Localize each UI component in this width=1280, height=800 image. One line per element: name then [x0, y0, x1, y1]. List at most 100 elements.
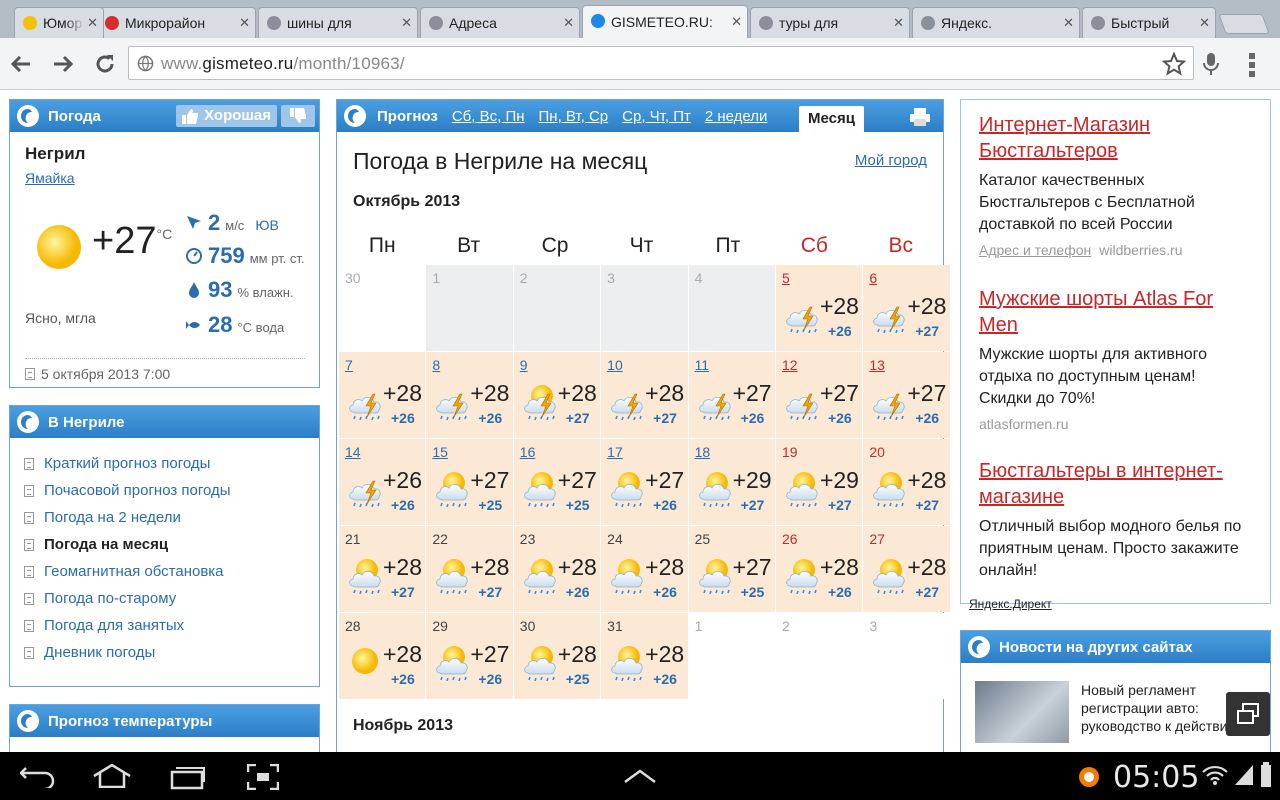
day-number[interactable]: 6 — [869, 270, 877, 286]
reload-button[interactable] — [93, 52, 117, 76]
forecast-tab[interactable]: Пн, Вт, Ср — [539, 108, 609, 125]
day-number[interactable]: 8 — [432, 357, 440, 373]
back-nav-icon[interactable] — [20, 764, 56, 788]
close-tab-icon[interactable]: ✕ — [401, 8, 412, 38]
ad-contact-link[interactable]: Адрес и телефон — [979, 242, 1091, 258]
yandex-direct-link[interactable]: Яндекс.Директ — [969, 597, 1052, 611]
calendar-day-cell[interactable]: 31 +28 +26 — [601, 613, 688, 699]
like-button[interactable]: Хорошая — [176, 105, 277, 127]
calendar-day-cell[interactable]: 6 +28 +27 — [863, 265, 950, 351]
close-tab-icon[interactable]: ✕ — [1063, 8, 1074, 38]
wind-direction-icon — [187, 216, 201, 229]
day-number[interactable]: 12 — [782, 357, 798, 373]
ad-title-link[interactable]: Мужские шорты Atlas For Men — [979, 286, 1249, 338]
my-city-link[interactable]: Мой город — [855, 152, 927, 169]
calendar-day-cell[interactable]: 21 +28 +27 — [339, 526, 426, 612]
overflow-menu-icon[interactable] — [1248, 52, 1256, 78]
browser-tab[interactable]: Яндекс. ✕ — [912, 7, 1080, 38]
document-icon — [24, 457, 34, 470]
calendar-day-cell[interactable]: 13 +27 +26 — [863, 352, 950, 438]
day-number[interactable]: 18 — [695, 444, 711, 460]
menu-item[interactable]: Геомагнитная обстановка — [24, 558, 305, 585]
calendar-day-cell[interactable]: 17 +27 +26 — [601, 439, 688, 525]
calendar-day-cell[interactable]: 16 +27 +25 — [513, 439, 601, 525]
browser-tab[interactable]: Адреса ✕ — [420, 7, 580, 38]
calendar-day-cell[interactable]: 24 +28 +26 — [601, 526, 688, 612]
tab-forecast[interactable]: Прогноз — [377, 108, 438, 125]
close-tab-icon[interactable]: ✕ — [731, 6, 742, 38]
calendar-day-cell[interactable]: 25 +27 +25 — [688, 526, 775, 612]
recent-apps-floating-button[interactable] — [1226, 692, 1270, 736]
menu-item[interactable]: Дневник погоды — [24, 639, 305, 666]
back-button[interactable] — [9, 52, 33, 76]
close-tab-icon[interactable]: ✕ — [1199, 8, 1210, 38]
browser-tab[interactable]: туры для ✕ — [750, 7, 910, 38]
forecast-tab[interactable]: 2 недели — [705, 108, 768, 125]
browser-tab[interactable]: Быстрый ✕ — [1082, 7, 1216, 38]
recent-apps-nav-icon[interactable] — [170, 764, 206, 790]
menu-item[interactable]: Погода для занятых — [24, 612, 305, 639]
calendar-day-cell[interactable]: 8 +28 +26 — [426, 352, 513, 438]
forward-button[interactable] — [51, 52, 75, 76]
calendar-day-cell[interactable]: 18 +29 +27 — [688, 439, 775, 525]
new-tab-button[interactable] — [1218, 14, 1270, 34]
address-bar[interactable]: www.gismeteo.ru/month/10963/ — [128, 46, 1194, 80]
calendar-day-cell[interactable]: 10 +28 +27 — [601, 352, 688, 438]
menu-item[interactable]: Почасовой прогноз погоды — [24, 477, 305, 504]
calendar-day-cell[interactable]: 29 +27 +26 — [426, 613, 513, 699]
calendar-day-cell[interactable]: 12 +27 +26 — [775, 352, 863, 438]
news-thumbnail[interactable] — [975, 681, 1069, 743]
browser-tab[interactable]: шины для ✕ — [258, 7, 418, 38]
chevron-up-icon[interactable] — [623, 768, 657, 784]
screenshot-icon[interactable] — [247, 764, 279, 790]
ad-url-row: Адрес и телефон wildberries.ru — [979, 242, 1249, 258]
close-tab-icon[interactable]: ✕ — [893, 8, 904, 38]
day-number[interactable]: 10 — [607, 357, 623, 373]
ad-title-link[interactable]: Интернет-Магазин Бюстгальтеров — [979, 112, 1249, 164]
calendar-day-cell[interactable]: 27 +28 +27 — [863, 526, 950, 612]
tab-month[interactable]: Месяц — [799, 106, 864, 133]
close-tab-icon[interactable]: ✕ — [239, 8, 250, 38]
menu-item[interactable]: Краткий прогноз погоды — [24, 450, 305, 477]
calendar-day-cell[interactable]: 19 +29 +27 — [775, 439, 863, 525]
day-number[interactable]: 7 — [345, 357, 353, 373]
forecast-tab[interactable]: Ср, Чт, Пт — [622, 108, 691, 125]
browser-tab[interactable]: Микрорайон ✕ — [96, 7, 256, 38]
day-number[interactable]: 9 — [520, 357, 528, 373]
print-icon[interactable] — [909, 108, 931, 126]
day-number[interactable]: 14 — [345, 444, 361, 460]
calendar-day-cell[interactable]: 14 +26 +26 — [339, 439, 426, 525]
calendar-day-cell[interactable]: 7 +28 +26 — [339, 352, 426, 438]
calendar-day-cell[interactable]: 30 +28 +25 — [513, 613, 601, 699]
day-number[interactable]: 11 — [695, 357, 710, 373]
news-headline[interactable]: Новый регламент регистрации авто: руково… — [1081, 681, 1241, 735]
menu-item[interactable]: Погода по-старому — [24, 585, 305, 612]
calendar-day-cell[interactable]: 11 +27 +26 — [688, 352, 775, 438]
calendar-day-cell[interactable]: 5 +28 +26 — [775, 265, 863, 351]
ad-title-link[interactable]: Бюстгальтеры в интернет-магазине — [979, 458, 1249, 510]
day-number[interactable]: 16 — [520, 444, 536, 460]
calendar-day-cell[interactable]: 20 +28 +27 — [863, 439, 950, 525]
browser-tab[interactable]: GISMETEO.RU: ✕ — [582, 5, 748, 38]
microphone-icon[interactable] — [1202, 52, 1220, 76]
day-number[interactable]: 15 — [432, 444, 448, 460]
calendar-day-cell[interactable]: 9 +28 +27 — [513, 352, 601, 438]
country-link[interactable]: Ямайка — [25, 170, 75, 186]
day-number[interactable]: 17 — [607, 444, 623, 460]
calendar-day-cell[interactable]: 15 +27 +25 — [426, 439, 513, 525]
close-tab-icon[interactable]: ✕ — [87, 8, 98, 38]
menu-item[interactable]: Погода на месяц — [24, 531, 305, 558]
home-nav-icon[interactable] — [92, 764, 132, 788]
dislike-button[interactable] — [281, 105, 315, 127]
menu-item[interactable]: Погода на 2 недели — [24, 504, 305, 531]
day-number[interactable]: 5 — [782, 270, 790, 286]
bookmark-star-icon[interactable] — [1162, 52, 1186, 76]
calendar-day-cell[interactable]: 23 +28 +26 — [513, 526, 601, 612]
day-number[interactable]: 13 — [869, 357, 885, 373]
close-tab-icon[interactable]: ✕ — [563, 8, 574, 38]
calendar-day-cell[interactable]: 28 +28 +26 — [339, 613, 426, 699]
browser-tab[interactable]: Юмор ✕ — [14, 7, 104, 38]
calendar-day-cell[interactable]: 22 +28 +27 — [426, 526, 513, 612]
forecast-tab[interactable]: Сб, Вс, Пн — [452, 108, 525, 125]
calendar-day-cell[interactable]: 26 +28 +26 — [775, 526, 863, 612]
